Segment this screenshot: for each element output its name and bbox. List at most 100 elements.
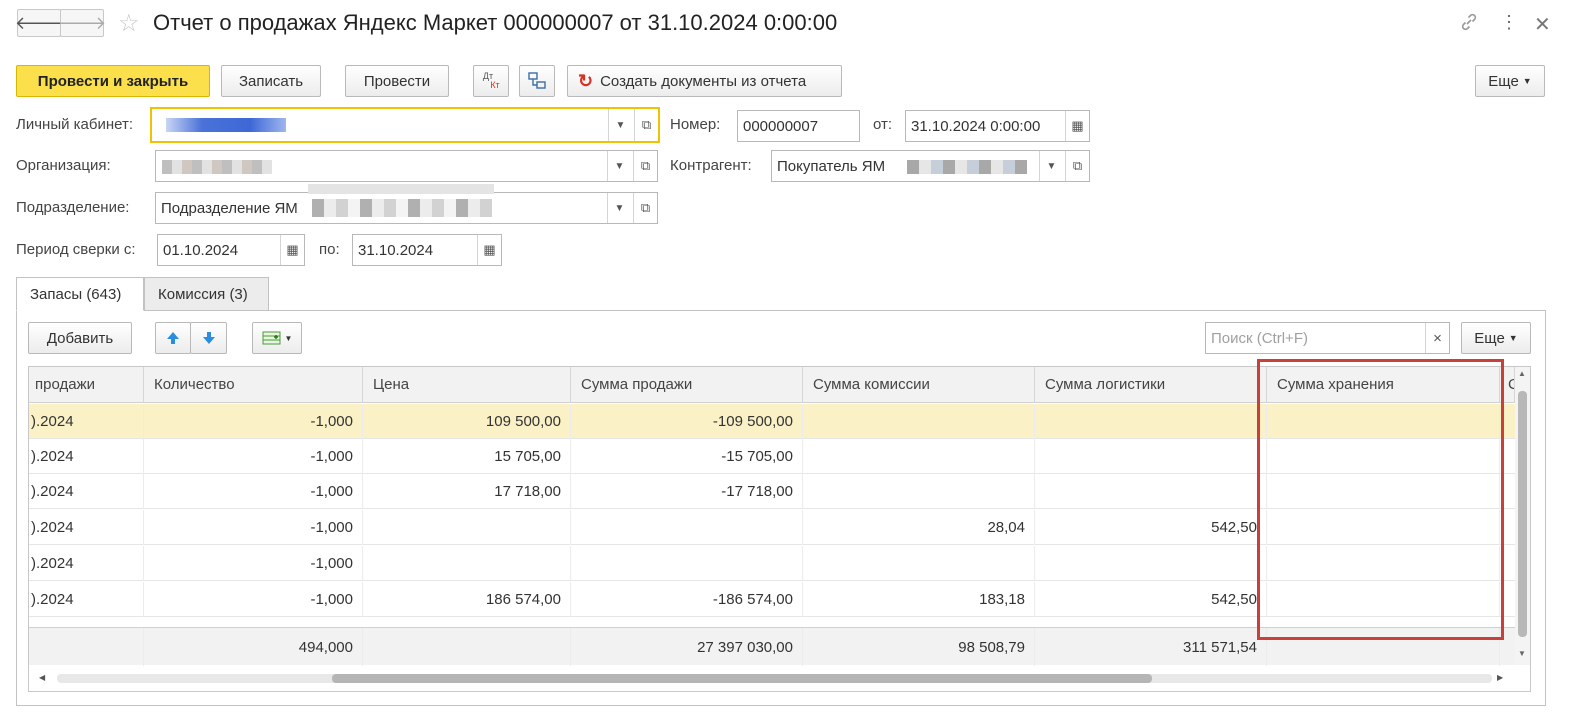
column-header[interactable]: Сумма продажи — [571, 367, 803, 403]
table-cell: 183,18 — [803, 582, 1035, 617]
period-to-calendar[interactable]: ▦ — [477, 235, 501, 265]
chevron-down-icon: ▼ — [1046, 160, 1057, 172]
table-cell: -1,000 — [144, 404, 363, 439]
counterparty-dropdown[interactable]: ▼ — [1039, 151, 1063, 181]
table-cell: -15 705,00 — [571, 439, 803, 474]
table-cell: -186 574,00 — [571, 582, 803, 617]
back-button[interactable]: 🡐 — [15, 9, 63, 37]
structure-button[interactable] — [519, 65, 555, 97]
total-cell — [29, 628, 144, 666]
redacted-value — [907, 160, 1027, 174]
horizontal-scroll-thumb[interactable] — [332, 674, 1152, 683]
horizontal-scrollbar[interactable]: ◀ ▶ — [29, 667, 1515, 691]
star-icon[interactable]: ☆ — [118, 9, 140, 38]
chevron-down-icon: ▼ — [284, 333, 293, 343]
table-cell — [803, 546, 1035, 581]
period-from-calendar[interactable]: ▦ — [280, 235, 304, 265]
scroll-left-icon[interactable]: ◀ — [39, 673, 45, 682]
tab-stock[interactable]: Запасы (643) — [16, 277, 144, 311]
cabinet-label: Личный кабинет: — [16, 116, 134, 133]
period-from-field[interactable]: 01.10.2024 ▦ — [157, 234, 305, 266]
vertical-scroll-thumb[interactable] — [1518, 391, 1527, 637]
table-more-button[interactable]: Еще ▼ — [1461, 322, 1531, 354]
table-cell: -109 500,00 — [571, 404, 803, 439]
scroll-right-icon[interactable]: ▶ — [1497, 673, 1503, 682]
division-field[interactable]: Подразделение ЯМ ▼ ⧉ — [155, 192, 658, 224]
column-header[interactable]: Сумма логистики — [1035, 367, 1267, 403]
redacted-value — [166, 118, 286, 132]
fill-button[interactable]: ▼ — [252, 322, 302, 354]
chevron-down-icon: ▼ — [1508, 333, 1518, 343]
scroll-down-icon[interactable]: ▼ — [1518, 649, 1526, 658]
redacted-overlay — [308, 184, 494, 194]
calendar-icon: ▦ — [1071, 118, 1084, 133]
tab-commission[interactable]: Комиссия (3) — [144, 277, 269, 311]
total-cell: 494,000 — [144, 628, 363, 666]
column-header[interactable]: Количество — [144, 367, 363, 403]
table-cell: -1,000 — [144, 582, 363, 617]
org-open[interactable]: ⧉ — [633, 151, 657, 181]
date-field[interactable]: 31.10.2024 0:00:00 ▦ — [905, 110, 1090, 142]
dt-kt-button[interactable]: Дт Кт — [473, 65, 509, 97]
division-open[interactable]: ⧉ — [633, 193, 657, 223]
link-icon[interactable] — [1459, 12, 1479, 38]
post-and-close-button[interactable]: Провести и закрыть — [16, 65, 210, 97]
table-cell — [571, 546, 803, 581]
table-cell — [363, 510, 571, 545]
counterparty-label: Контрагент: — [670, 157, 752, 174]
counterparty-open[interactable]: ⧉ — [1065, 151, 1089, 181]
table-more-label: Еще — [1474, 329, 1505, 347]
post-button[interactable]: Провести — [345, 65, 449, 97]
period-from-label: Период сверки с: — [16, 241, 136, 258]
move-up-button[interactable] — [155, 322, 191, 354]
table-cell: -1,000 — [144, 546, 363, 581]
search-input[interactable]: Поиск (Ctrl+F) × — [1205, 322, 1450, 354]
cabinet-dropdown[interactable]: ▼ — [608, 109, 632, 141]
total-cell: 27 397 030,00 — [571, 628, 803, 666]
period-to-field[interactable]: 31.10.2024 ▦ — [352, 234, 502, 266]
vertical-scrollbar[interactable]: ▲ ▼ — [1515, 367, 1530, 665]
more-label: Еще — [1488, 72, 1519, 90]
counterparty-field[interactable]: Покупатель ЯМ ▼ ⧉ — [771, 150, 1090, 182]
forward-button[interactable]: 🡒 — [58, 9, 106, 37]
table-cell — [571, 510, 803, 545]
table-cell: -1,000 — [144, 474, 363, 509]
table-cell — [1035, 546, 1267, 581]
table-cell — [1035, 404, 1267, 439]
org-field[interactable]: ▼ ⧉ — [155, 150, 658, 182]
org-dropdown[interactable]: ▼ — [607, 151, 631, 181]
open-icon: ⧉ — [640, 158, 651, 173]
table-cell: ).2024 — [29, 546, 144, 581]
arrow-up-icon — [167, 332, 179, 344]
cabinet-field[interactable]: ▼ ⧉ — [150, 107, 660, 143]
number-label: Номер: — [670, 116, 721, 133]
add-button[interactable]: Добавить — [28, 322, 132, 354]
more-button[interactable]: Еще ▼ — [1475, 65, 1545, 97]
cabinet-open[interactable]: ⧉ — [634, 109, 658, 141]
table-cell: -17 718,00 — [571, 474, 803, 509]
date-label: от: — [873, 116, 893, 133]
clear-icon: × — [1433, 329, 1442, 347]
table-cell — [803, 404, 1035, 439]
save-button[interactable]: Записать — [221, 65, 321, 97]
column-header[interactable]: продажи — [29, 367, 144, 403]
column-header[interactable]: Сумма комиссии — [803, 367, 1035, 403]
table-cell: -1,000 — [144, 510, 363, 545]
column-header[interactable]: Цена — [363, 367, 571, 403]
scroll-up-icon[interactable]: ▲ — [1518, 369, 1526, 378]
date-calendar[interactable]: ▦ — [1065, 111, 1089, 141]
close-icon[interactable]: ✕ — [1534, 12, 1551, 37]
number-field[interactable]: 000000007 — [737, 110, 860, 142]
division-dropdown[interactable]: ▼ — [607, 193, 631, 223]
move-down-button[interactable] — [190, 322, 227, 354]
search-clear-button[interactable]: × — [1425, 323, 1449, 353]
more-vertical-icon[interactable]: ⋮ — [1500, 12, 1518, 33]
page-title: Отчет о продажах Яндекс Маркет 000000007… — [153, 10, 838, 35]
total-cell — [363, 628, 571, 666]
table-cell: 28,04 — [803, 510, 1035, 545]
counterparty-value: Покупатель ЯМ — [777, 157, 886, 175]
create-docs-button[interactable]: ↻ Создать документы из отчета — [567, 65, 842, 97]
chevron-down-icon: ▼ — [614, 202, 625, 214]
table-cell: ).2024 — [29, 474, 144, 509]
table-cell — [1035, 439, 1267, 474]
